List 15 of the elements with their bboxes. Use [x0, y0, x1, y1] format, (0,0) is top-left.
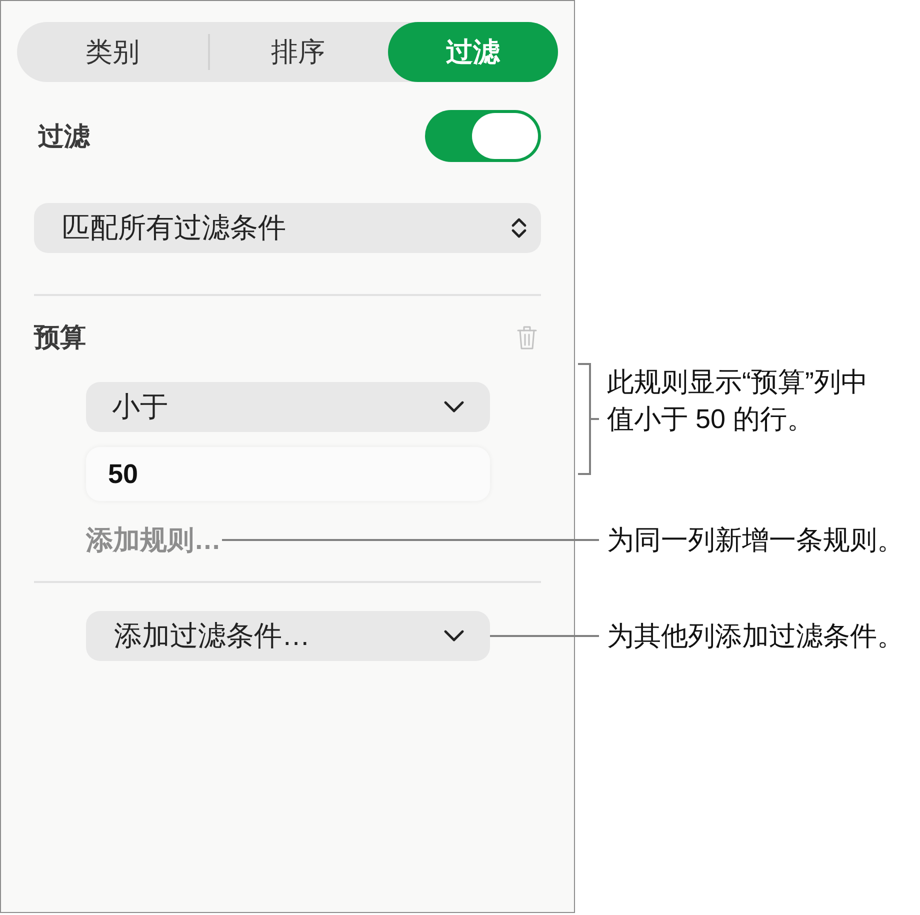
- chevron-down-icon: [444, 401, 464, 413]
- value-field[interactable]: 50: [86, 447, 490, 501]
- callout-text: 此规则显示“预算”列中值小于 50 的行。: [607, 366, 869, 436]
- filter-toggle[interactable]: [425, 110, 541, 162]
- condition-popup[interactable]: 小于: [86, 382, 490, 432]
- chevron-down-icon: [444, 630, 464, 642]
- callout-text: 为其他列添加过滤条件。: [607, 620, 904, 652]
- tab[interactable]: 类别: [17, 22, 208, 82]
- add-filter-popup[interactable]: 添加过滤条件…: [86, 611, 490, 661]
- tab[interactable]: 排序: [210, 22, 386, 82]
- match-popup[interactable]: 匹配所有过滤条件: [34, 203, 541, 253]
- up-down-chevron-icon: [511, 217, 527, 239]
- callout-text: 为同一列新增一条规则。: [607, 524, 904, 556]
- filter-label: 过滤: [38, 120, 90, 152]
- column-label: 预算: [34, 320, 86, 354]
